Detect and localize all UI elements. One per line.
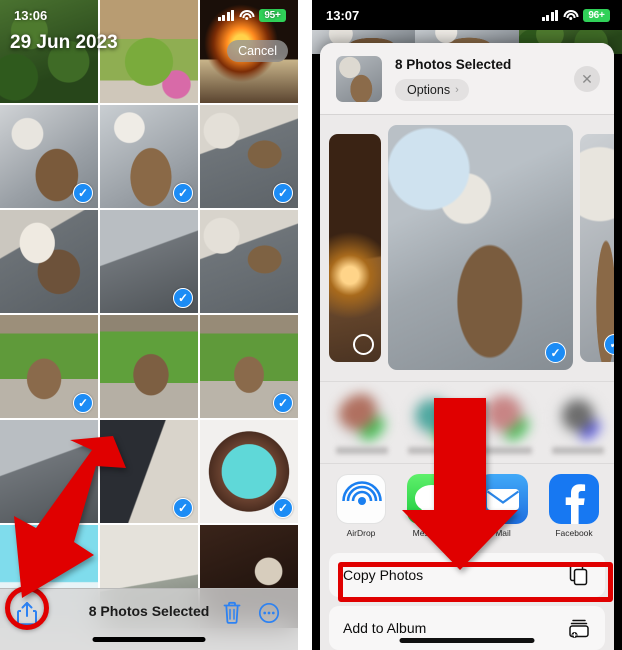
share-actions-list: Copy Photos Add to Album xyxy=(320,545,614,650)
cancel-button[interactable]: Cancel xyxy=(227,40,288,62)
photo-selected-check[interactable]: ✓ xyxy=(273,498,293,518)
status-time: 13:06 xyxy=(14,7,48,23)
photo-selected-check[interactable]: ✓ xyxy=(173,183,193,203)
share-app-airdrop[interactable]: AirDrop xyxy=(336,474,386,538)
share-sheet: 8 Photos Selected Options › ✕ ✓ ✓ ✓ xyxy=(320,43,614,650)
date-header: 29 Jun 2023 xyxy=(10,32,118,53)
photo-cell[interactable]: ✓ xyxy=(200,420,298,523)
home-indicator xyxy=(399,638,535,643)
photo-selected-check[interactable]: ✓ xyxy=(273,183,293,203)
share-app-facebook[interactable]: Facebook xyxy=(549,474,599,538)
photo-cell[interactable] xyxy=(100,315,198,418)
preview-selected-check[interactable]: ✓ xyxy=(545,342,566,363)
share-sheet-header: 8 Photos Selected Options › ✕ xyxy=(320,43,614,115)
app-label: Mail xyxy=(495,528,511,538)
right-phone-screen: 13:07 96+ 8 Photos Selected Options › ✕ xyxy=(312,0,622,650)
photo-selected-check[interactable]: ✓ xyxy=(73,393,93,413)
status-time: 13:07 xyxy=(326,7,360,23)
photo-selected-check[interactable]: ✓ xyxy=(173,498,193,518)
photo-cell[interactable]: ✓ xyxy=(200,315,298,418)
add-to-album-row[interactable]: Add to Album xyxy=(329,606,605,650)
cellular-bars-icon xyxy=(541,9,558,21)
preview-photo[interactable]: ✓ xyxy=(388,125,573,370)
facebook-icon xyxy=(549,474,599,524)
chevron-right-icon: › xyxy=(455,84,459,96)
copy-photos-row[interactable]: Copy Photos xyxy=(329,553,605,597)
app-label: Messages xyxy=(412,528,452,538)
right-status-bar: 13:07 96+ xyxy=(312,0,622,30)
share-app-mail[interactable]: Mail xyxy=(478,474,528,538)
messages-icon xyxy=(407,474,457,524)
contact-suggestion[interactable] xyxy=(408,393,460,454)
photo-cell[interactable] xyxy=(0,420,98,523)
share-app-messages[interactable]: Messages xyxy=(407,474,457,538)
add-to-album-label: Add to Album xyxy=(343,620,427,636)
selection-count-label: 8 Photos Selected xyxy=(88,603,210,619)
preview-unselected-circle[interactable]: ✓ xyxy=(353,333,374,355)
photo-cell[interactable] xyxy=(200,210,298,313)
wifi-icon xyxy=(563,9,578,21)
close-button[interactable]: ✕ xyxy=(574,66,600,92)
screenshot-stage: ✓ ✓ ✓ ✓ ✓ ✓ ✓ ✓ 13:06 95+ 29 Jun 2023 Ca… xyxy=(0,0,622,650)
share-thumbnail xyxy=(336,56,382,102)
contact-suggestion[interactable] xyxy=(480,393,532,454)
share-sheet-title: 8 Photos Selected xyxy=(395,57,512,72)
share-apps-row[interactable]: AirDrop Messages Mail Facebook xyxy=(320,463,614,545)
photo-selected-check[interactable]: ✓ xyxy=(273,393,293,413)
photo-cell[interactable]: ✓ xyxy=(0,315,98,418)
left-status-bar: 13:06 95+ xyxy=(0,0,298,30)
copy-photos-label: Copy Photos xyxy=(343,567,424,583)
contact-suggestion[interactable] xyxy=(552,393,604,454)
wifi-icon xyxy=(239,9,254,21)
options-label: Options xyxy=(407,83,451,97)
photo-cell[interactable]: ✓ xyxy=(100,210,198,313)
battery-badge: 96+ xyxy=(583,8,610,22)
mail-icon xyxy=(478,474,528,524)
photo-cell[interactable]: ✓ xyxy=(100,420,198,523)
home-indicator xyxy=(92,637,206,642)
photo-selected-check[interactable]: ✓ xyxy=(73,183,93,203)
selection-toolbar: 8 Photos Selected xyxy=(0,588,298,650)
add-album-icon xyxy=(567,616,591,640)
trash-icon xyxy=(223,601,241,624)
suggested-contacts-row[interactable] xyxy=(320,381,614,463)
preview-photo[interactable]: ✓ xyxy=(329,133,381,362)
photo-preview-row[interactable]: ✓ ✓ ✓ xyxy=(320,115,614,381)
preview-selected-check[interactable]: ✓ xyxy=(604,333,614,355)
airdrop-icon xyxy=(336,474,386,524)
delete-button[interactable] xyxy=(222,601,242,630)
contact-suggestion[interactable] xyxy=(336,393,388,454)
preview-photo[interactable]: ✓ xyxy=(580,133,614,362)
app-label: AirDrop xyxy=(346,528,376,538)
more-ellipsis-icon xyxy=(258,602,280,624)
photo-grid[interactable]: ✓ ✓ ✓ ✓ ✓ ✓ ✓ ✓ xyxy=(0,0,298,650)
photo-cell[interactable] xyxy=(0,210,98,313)
copy-icon xyxy=(567,563,591,587)
cellular-bars-icon xyxy=(217,9,234,21)
photo-selected-check[interactable]: ✓ xyxy=(173,288,193,308)
left-phone-screen: ✓ ✓ ✓ ✓ ✓ ✓ ✓ ✓ 13:06 95+ 29 Jun 2023 Ca… xyxy=(0,0,298,650)
more-options-button[interactable] xyxy=(258,601,280,630)
options-button[interactable]: Options › xyxy=(395,79,469,101)
photo-cell[interactable]: ✓ xyxy=(0,105,98,208)
photo-cell[interactable]: ✓ xyxy=(200,105,298,208)
photo-cell[interactable]: ✓ xyxy=(100,105,198,208)
app-label: Facebook xyxy=(555,528,593,538)
battery-badge: 95+ xyxy=(259,8,286,22)
